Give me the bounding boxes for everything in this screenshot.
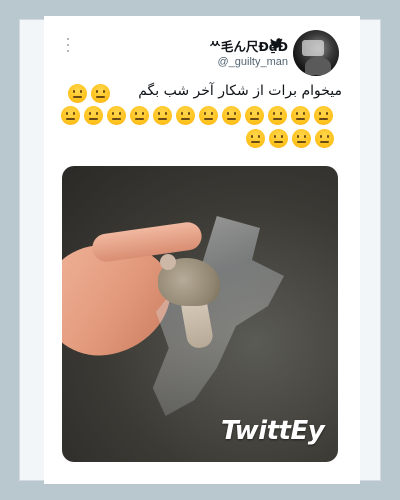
neutral-face-emoji-icon bbox=[245, 106, 264, 125]
neutral-face-emoji-icon bbox=[269, 129, 288, 148]
neutral-face-emoji-icon bbox=[222, 106, 241, 125]
avatar[interactable] bbox=[293, 30, 339, 76]
neutral-face-emoji-icon bbox=[291, 106, 310, 125]
emoji-row-2 bbox=[61, 106, 333, 125]
neutral-face-emoji-icon bbox=[268, 106, 287, 125]
watermark: TwittEy bbox=[221, 416, 325, 446]
more-options-icon[interactable] bbox=[66, 38, 70, 52]
neutral-face-emoji-icon bbox=[199, 106, 218, 125]
emoji-row-3 bbox=[246, 129, 334, 148]
neutral-face-emoji-icon bbox=[153, 106, 172, 125]
neutral-face-emoji-icon bbox=[84, 106, 103, 125]
neutral-face-emoji-icon bbox=[246, 129, 265, 148]
twitter-bird-icon bbox=[270, 38, 283, 49]
neutral-face-emoji-icon bbox=[61, 106, 80, 125]
neutral-face-emoji-icon bbox=[314, 106, 333, 125]
neutral-face-emoji-icon bbox=[91, 84, 110, 103]
neutral-face-emoji-icon bbox=[292, 129, 311, 148]
neutral-face-emoji-icon bbox=[130, 106, 149, 125]
neutral-face-emoji-icon bbox=[176, 106, 195, 125]
username-handle[interactable]: @_guilty_man bbox=[192, 56, 288, 68]
neutral-face-emoji-icon bbox=[68, 84, 87, 103]
emoji-row-1 bbox=[68, 84, 110, 103]
neutral-face-emoji-icon bbox=[107, 106, 126, 125]
photo-mouse-ear bbox=[160, 254, 176, 270]
neutral-face-emoji-icon bbox=[315, 129, 334, 148]
